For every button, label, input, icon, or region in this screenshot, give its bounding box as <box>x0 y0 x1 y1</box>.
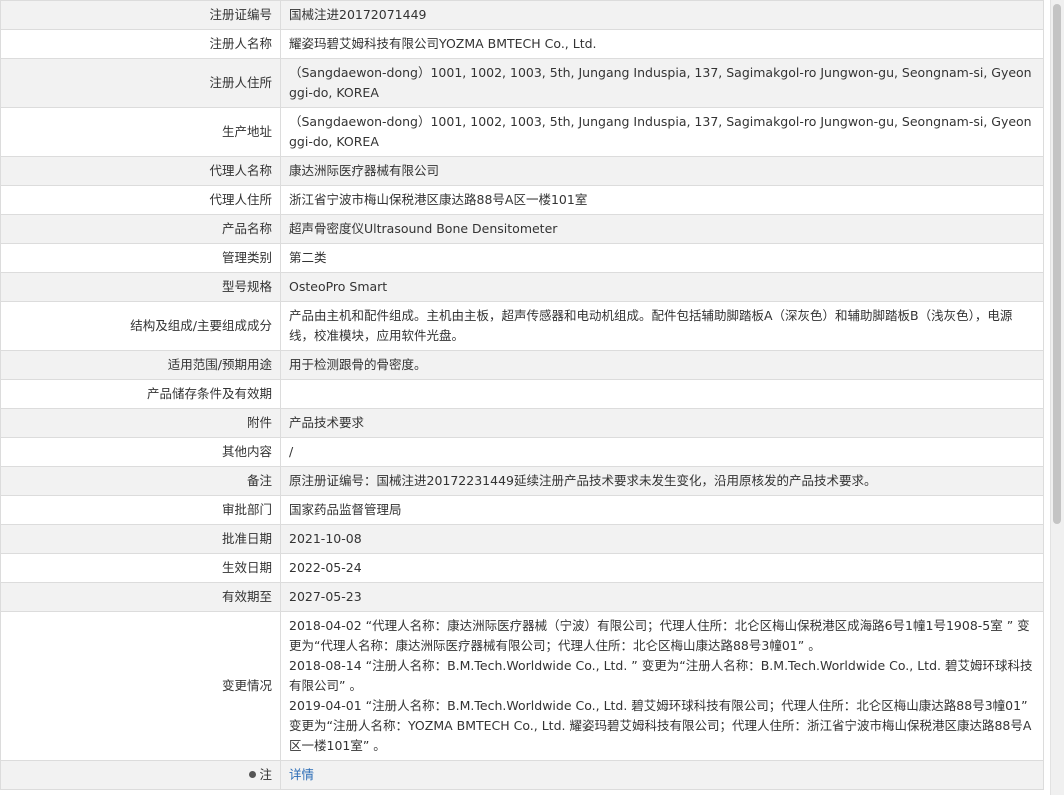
field-value: 超声骨密度仪Ultrasound Bone Densitometer <box>280 214 1044 244</box>
field-label: 生产地址 <box>0 107 281 157</box>
table-row: 代理人住所 浙江省宁波市梅山保税港区康达路88号A区一楼101室 <box>0 185 1044 215</box>
table-row: 附件 产品技术要求 <box>0 408 1044 438</box>
field-label: 管理类别 <box>0 243 281 273</box>
note-value-cell: 详情 <box>280 760 1044 790</box>
field-label: 产品储存条件及有效期 <box>0 379 281 409</box>
field-value: 2021-10-08 <box>280 524 1044 554</box>
bulb-icon <box>249 771 257 778</box>
field-value: 国械注进20172071449 <box>280 0 1044 30</box>
table-row: 适用范围/预期用途 用于检测跟骨的骨密度。 <box>0 350 1044 380</box>
field-value: 原注册证编号：国械注进20172231449延续注册产品技术要求未发生变化，沿用… <box>280 466 1044 496</box>
field-value: 浙江省宁波市梅山保税港区康达路88号A区一楼101室 <box>280 185 1044 215</box>
details-link[interactable]: 详情 <box>289 767 314 782</box>
field-label: 有效期至 <box>0 582 281 612</box>
table-row: 备注 原注册证编号：国械注进20172231449延续注册产品技术要求未发生变化… <box>0 466 1044 496</box>
field-label: 结构及组成/主要组成成分 <box>0 301 281 351</box>
field-label: 批准日期 <box>0 524 281 554</box>
field-label: 附件 <box>0 408 281 438</box>
field-value: 康达洲际医疗器械有限公司 <box>280 156 1044 186</box>
table-row: 有效期至 2027-05-23 <box>0 582 1044 612</box>
field-label: 生效日期 <box>0 553 281 583</box>
field-label: 产品名称 <box>0 214 281 244</box>
field-value: 2022-05-24 <box>280 553 1044 583</box>
field-label: 审批部门 <box>0 495 281 525</box>
field-value: 国家药品监督管理局 <box>280 495 1044 525</box>
note-label: 注 <box>259 767 272 782</box>
table-row: 生效日期 2022-05-24 <box>0 553 1044 583</box>
field-value: OsteoPro Smart <box>280 272 1044 302</box>
table-row: 结构及组成/主要组成成分 产品由主机和配件组成。主机由主板，超声传感器和电动机组… <box>0 301 1044 351</box>
field-label: 其他内容 <box>0 437 281 467</box>
table-row: 审批部门 国家药品监督管理局 <box>0 495 1044 525</box>
table-row: 产品名称 超声骨密度仪Ultrasound Bone Densitometer <box>0 214 1044 244</box>
field-label: 型号规格 <box>0 272 281 302</box>
field-value: 2027-05-23 <box>280 582 1044 612</box>
field-value: 第二类 <box>280 243 1044 273</box>
field-value: 产品由主机和配件组成。主机由主板，超声传感器和电动机组成。配件包括辅助脚踏板A（… <box>280 301 1044 351</box>
note-label-cell: 注 <box>0 760 281 790</box>
table-row: 批准日期 2021-10-08 <box>0 524 1044 554</box>
table-row: 注册证编号 国械注进20172071449 <box>0 0 1044 30</box>
field-value: （Sangdaewon-dong）1001, 1002, 1003, 5th, … <box>280 58 1044 108</box>
field-value: / <box>280 437 1044 467</box>
table-row: 代理人名称 康达洲际医疗器械有限公司 <box>0 156 1044 186</box>
field-label: 注册人名称 <box>0 29 281 59</box>
field-value: （Sangdaewon-dong）1001, 1002, 1003, 5th, … <box>280 107 1044 157</box>
field-value: 耀姿玛碧艾姆科技有限公司YOZMA BMTECH Co., Ltd. <box>280 29 1044 59</box>
table-row: 型号规格 OsteoPro Smart <box>0 272 1044 302</box>
field-label: 注册人住所 <box>0 58 281 108</box>
field-label: 代理人住所 <box>0 185 281 215</box>
field-value: 产品技术要求 <box>280 408 1044 438</box>
scrollbar-thumb[interactable] <box>1053 4 1061 524</box>
field-label: 备注 <box>0 466 281 496</box>
registration-detail-page: 注册证编号 国械注进20172071449 注册人名称 耀姿玛碧艾姆科技有限公司… <box>0 0 1064 795</box>
table-row: 产品储存条件及有效期 <box>0 379 1044 409</box>
field-label: 注册证编号 <box>0 0 281 30</box>
field-value <box>280 379 1044 409</box>
field-value: 用于检测跟骨的骨密度。 <box>280 350 1044 380</box>
table-row-note: 注 详情 <box>0 760 1044 790</box>
registration-detail-table: 注册证编号 国械注进20172071449 注册人名称 耀姿玛碧艾姆科技有限公司… <box>0 0 1044 790</box>
field-value: 2018-04-02 “代理人名称：康达洲际医疗器械（宁波）有限公司；代理人住所… <box>280 611 1044 761</box>
table-row: 生产地址 （Sangdaewon-dong）1001, 1002, 1003, … <box>0 107 1044 157</box>
table-row: 管理类别 第二类 <box>0 243 1044 273</box>
table-row: 其他内容 / <box>0 437 1044 467</box>
field-label: 变更情况 <box>0 611 281 761</box>
field-label: 代理人名称 <box>0 156 281 186</box>
table-row: 变更情况 2018-04-02 “代理人名称：康达洲际医疗器械（宁波）有限公司；… <box>0 611 1044 761</box>
table-row: 注册人住所 （Sangdaewon-dong）1001, 1002, 1003,… <box>0 58 1044 108</box>
field-label: 适用范围/预期用途 <box>0 350 281 380</box>
table-row: 注册人名称 耀姿玛碧艾姆科技有限公司YOZMA BMTECH Co., Ltd. <box>0 29 1044 59</box>
